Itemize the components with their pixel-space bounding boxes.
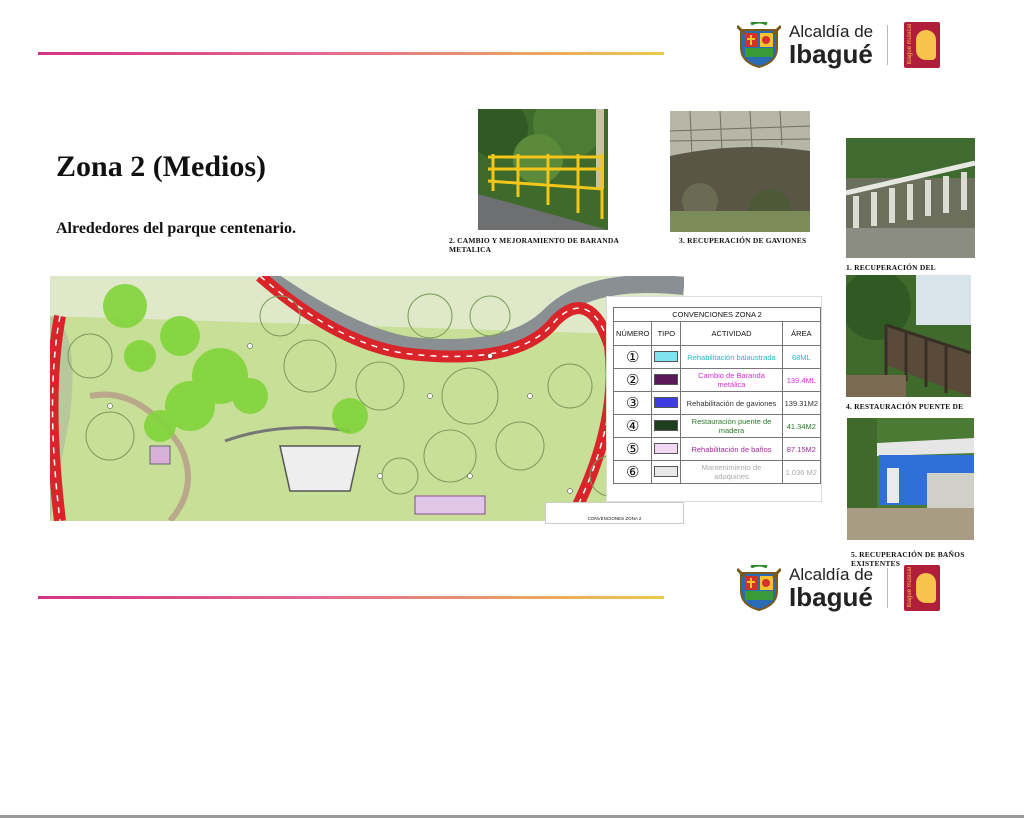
legend-swatch [654, 419, 679, 431]
photo-restrooms [847, 418, 974, 540]
badge-label: Ibagué musical [907, 567, 914, 608]
legend-area: 139.31M2 [781, 391, 822, 415]
music-note-icon [916, 573, 937, 603]
site-plan-map [50, 276, 684, 521]
legend-row: ④ Restauración puente de madera 41.34M2 [612, 414, 822, 438]
logo-line1: Alcaldía de [789, 565, 874, 584]
legend-area: 1.036 M2 [781, 460, 822, 484]
logo-line2: Ibagué [789, 39, 873, 69]
legend-area: 41.34M2 [781, 414, 822, 438]
legend-header-row: NÚMERO TIPO ACTIVIDAD ÁREA [612, 321, 822, 346]
alcaldia-logo-top: Alcaldía de Ibagué Ibagué musical [735, 20, 941, 69]
logo-divider [887, 568, 889, 608]
legend-mini-card: CONVENCIONES ZONA 2 [545, 502, 684, 524]
legend-row: ⑤ Rehabilitación de baños 87.15M2 [612, 437, 822, 461]
legend-area: 139.4ML [781, 368, 822, 392]
caption-balustrade: 1. RECUPERACIÓN DEL [846, 263, 936, 272]
legend-panel: CONVENCIONES ZONA 2 NÚMERO TIPO ACTIVIDA… [606, 296, 822, 502]
caption-bridge: 4. RESTAURACIÓN PUENTE DE MADERA [846, 402, 964, 412]
legend-number: ⑤ [612, 437, 653, 461]
photo-railing [478, 109, 608, 230]
legend-swatch [654, 396, 679, 408]
legend-table: CONVENCIONES ZONA 2 NÚMERO TIPO ACTIVIDA… [612, 307, 822, 484]
caption-railing: 2. CAMBIO Y MEJORAMIENTO DE BARANDA META… [449, 236, 619, 255]
logo-divider [887, 25, 889, 65]
legend-number: ① [612, 345, 653, 369]
badge-label: Ibagué musical [907, 24, 914, 65]
legend-row: ⑥ Mantenimiento de adoquines 1.036 M2 [612, 460, 822, 484]
legend-activity: Cambio de Baranda metálica [680, 368, 783, 392]
legend-swatch [654, 442, 679, 454]
legend-activity: Rehabilitación de baños [680, 437, 783, 461]
bottom-divider-line [38, 596, 664, 599]
legend-activity: Mantenimiento de adoquines [680, 460, 783, 484]
musical-badge: Ibagué musical [904, 22, 941, 68]
alcaldia-logo-bottom: Alcaldía de Ibagué Ibagué musical [735, 563, 941, 612]
legend-title: CONVENCIONES ZONA 2 [613, 307, 821, 321]
photo-gabions [670, 111, 810, 232]
legend-area: 87.15M2 [781, 437, 822, 461]
legend-activity: Restauración puente de madera [680, 414, 783, 438]
legend-number: ③ [612, 391, 653, 415]
musical-badge: Ibagué musical [904, 565, 941, 611]
legend-header-activity: ACTIVIDAD [680, 321, 783, 346]
slide-subtitle: Alrededores del parque centenario. [56, 220, 296, 237]
logo-line1: Alcaldía de [789, 22, 874, 41]
slide-title: Zona 2 (Medios) [56, 150, 266, 183]
legend-row: ① Rehabilitación balaustrada 68ML [612, 345, 822, 369]
music-note-icon [916, 30, 937, 60]
legend-row: ② Cambio de Baranda metálica 139.4ML [612, 368, 822, 392]
legend-area: 68ML [781, 345, 822, 369]
photo-bridge [846, 275, 971, 397]
legend-row: ③ Rehabilitación de gaviones 139.31M2 [612, 391, 822, 415]
legend-header-area: ÁREA [781, 321, 822, 346]
caption-gabions: 3. RECUPERACIÓN DE GAVIONES [679, 236, 807, 245]
coat-of-arms-icon [735, 563, 783, 612]
legend-activity: Rehabilitación de gaviones [680, 391, 783, 415]
logo-line2: Ibagué [789, 582, 873, 612]
legend-number: ② [612, 368, 653, 392]
legend-swatch [654, 465, 679, 477]
top-divider-line [38, 52, 664, 55]
legend-activity: Rehabilitación balaustrada [680, 345, 783, 369]
coat-of-arms-icon [735, 20, 783, 69]
photo-balustrade [846, 138, 975, 258]
legend-number: ⑥ [612, 460, 653, 484]
legend-header-type: TIPO [651, 321, 682, 346]
legend-swatch [654, 350, 679, 362]
legend-swatch [654, 373, 679, 385]
legend-header-number: NÚMERO [612, 321, 653, 346]
legend-number: ④ [612, 414, 653, 438]
